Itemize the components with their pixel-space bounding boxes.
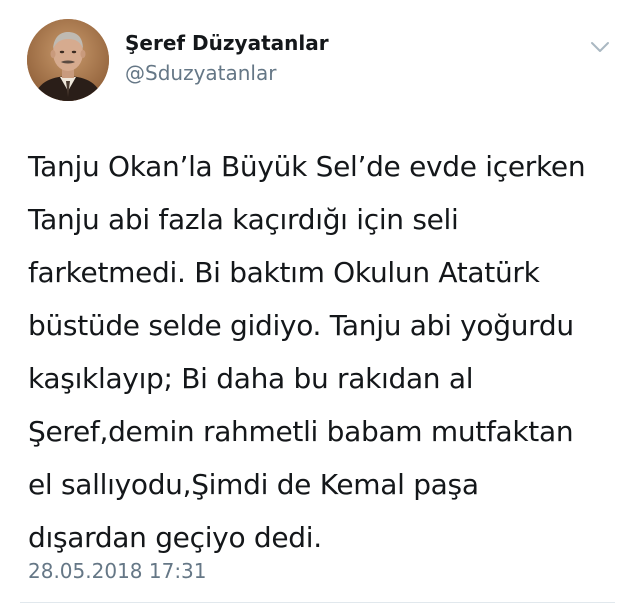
tweet-text: Tanju Okan’la Büyük Sel’de evde içerken …	[28, 140, 618, 564]
tweet-text-line: Tanju abi fazla kaçırdığı için seli	[28, 203, 459, 236]
divider	[20, 602, 615, 603]
avatar-portrait	[27, 19, 109, 101]
tweet-text-line: el sallıyodu,Şimdi de Kemal paşa	[28, 468, 479, 501]
tweet-text-line: farketmedi. Bi baktım Okulun Atatürk	[28, 256, 540, 289]
tweet-text-line: Tanju Okan’la Büyük Sel’de evde içerken	[28, 150, 586, 183]
author-display-name[interactable]: Şeref Düzyatanlar	[125, 30, 329, 56]
author-handle[interactable]: @Sduzyatanlar	[125, 60, 276, 86]
tweet-text-line: Şeref,demin rahmetli babam mutfaktan	[28, 415, 574, 448]
chevron-down-icon[interactable]	[588, 38, 612, 56]
tweet-text-line: büstüde selde gidiyo. Tanju abi yoğurdu	[28, 309, 574, 342]
avatar[interactable]	[27, 19, 109, 101]
tweet-timestamp[interactable]: 28.05.2018 17:31	[28, 558, 207, 584]
tweet-text-line: kaşıklayıp; Bi daha bu rakıdan al	[28, 362, 474, 395]
tweet-card: Şeref Düzyatanlar @Sduzyatanlar Tanju Ok…	[0, 0, 635, 605]
tweet-text-line: dışardan geçiyo dedi.	[28, 521, 322, 554]
